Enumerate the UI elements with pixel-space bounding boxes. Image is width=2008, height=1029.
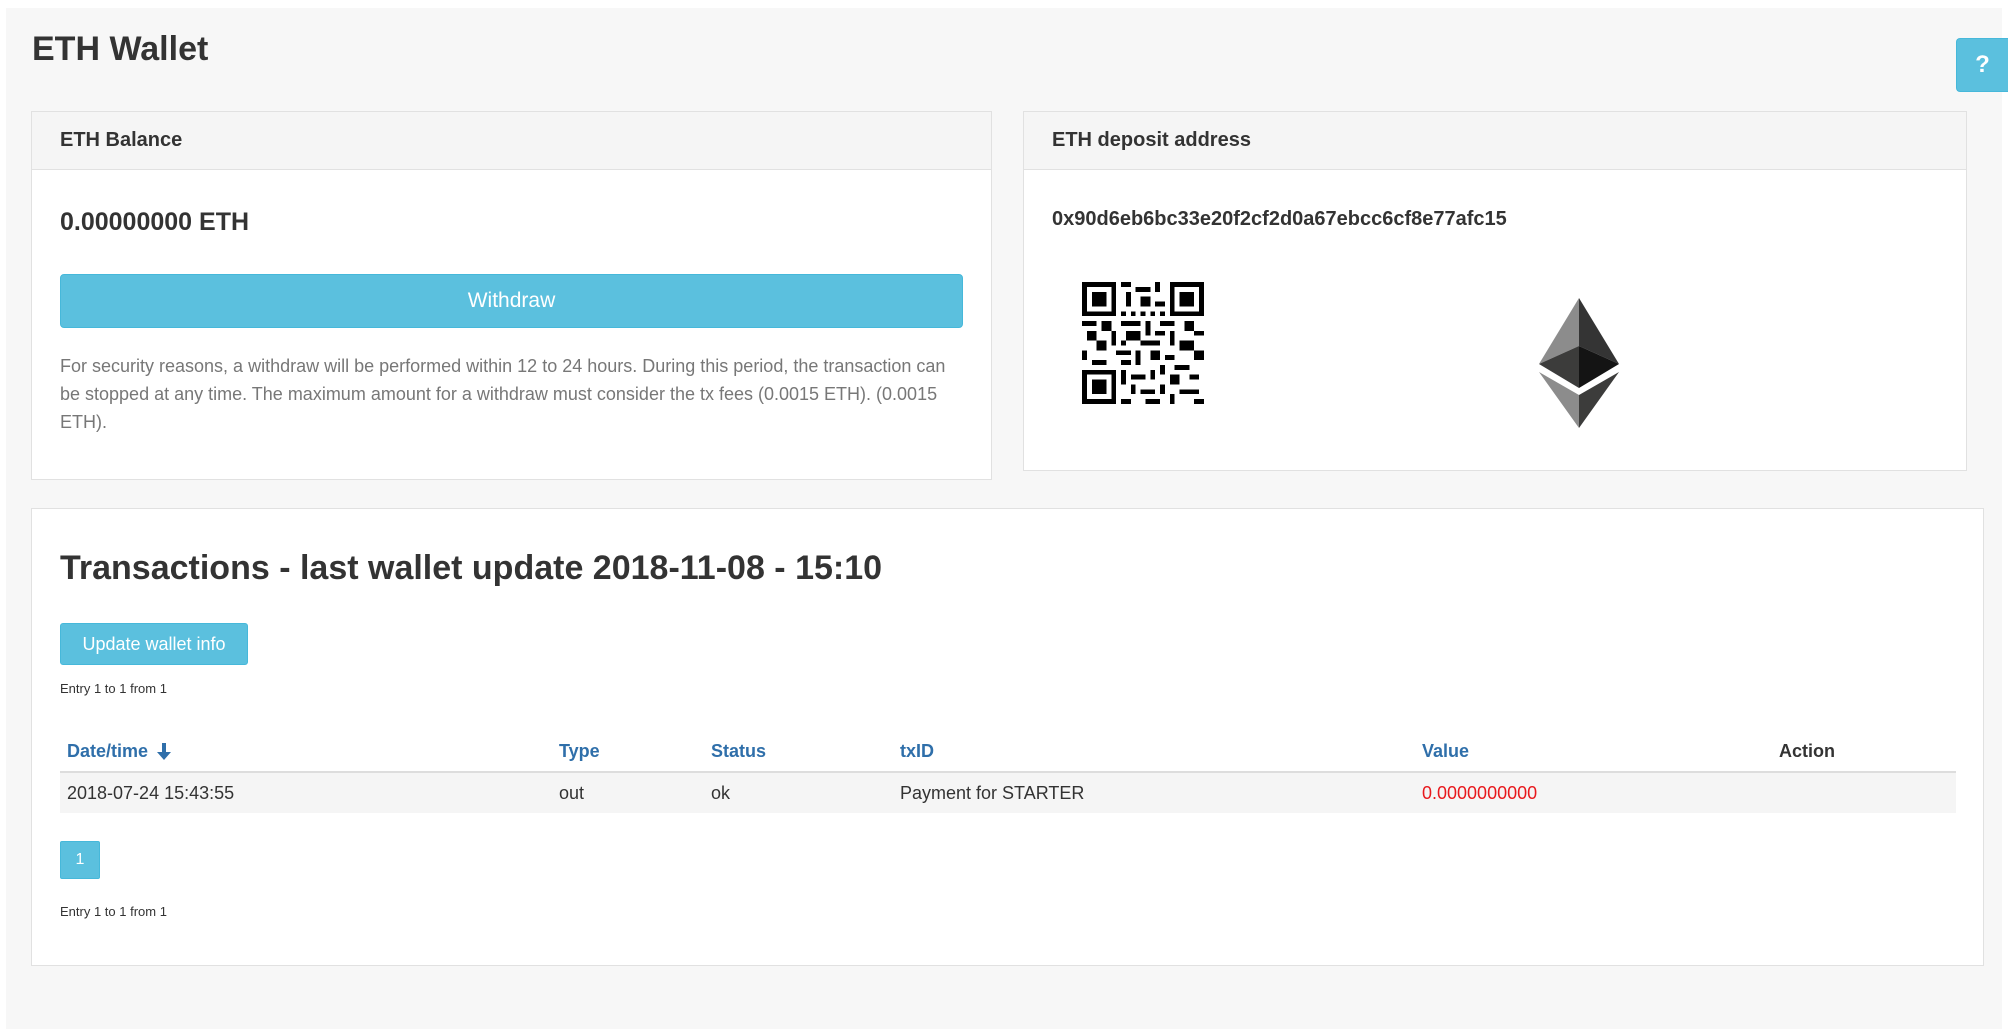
- balance-amount: 0.00000000 ETH: [60, 208, 250, 236]
- cell-action: [1772, 772, 1956, 813]
- cell-datetime: 2018-07-24 15:43:55: [60, 772, 552, 813]
- cell-value: 0.0000000000: [1415, 772, 1772, 813]
- qr-code-icon: [1082, 282, 1204, 404]
- balance-panel: ETH Balance 0.00000000 ETH Withdraw For …: [31, 111, 992, 480]
- arrow-down-icon: [157, 742, 172, 760]
- entry-info-top: Entry 1 to 1 from 1: [60, 681, 167, 696]
- transactions-table: Date/time Type Status txID Value Action …: [60, 731, 1956, 813]
- column-action: Action: [1772, 731, 1956, 773]
- column-datetime[interactable]: Date/time: [60, 731, 552, 773]
- ethereum-logo-icon: [1539, 298, 1619, 428]
- deposit-panel-heading: ETH deposit address: [1024, 112, 1966, 170]
- column-datetime-label: Date/time: [67, 740, 149, 761]
- cell-type: out: [552, 772, 704, 813]
- table-row: 2018-07-24 15:43:55 out ok Payment for S…: [60, 772, 1956, 813]
- balance-panel-heading: ETH Balance: [32, 112, 991, 170]
- withdraw-button[interactable]: Withdraw: [60, 274, 963, 328]
- deposit-panel: ETH deposit address 0x90d6eb6bc33e20f2cf…: [1023, 111, 1967, 471]
- pagination-page-1[interactable]: 1: [60, 841, 100, 879]
- column-txid[interactable]: txID: [893, 731, 1415, 773]
- table-header-row: Date/time Type Status txID Value Action: [60, 731, 1956, 773]
- deposit-address: 0x90d6eb6bc33e20f2cf2d0a67ebcc6cf8e77afc…: [1052, 208, 1507, 230]
- help-button[interactable]: ?: [1956, 38, 2008, 92]
- column-type[interactable]: Type: [552, 731, 704, 773]
- entry-info-bottom: Entry 1 to 1 from 1: [60, 904, 167, 919]
- page-title: ETH Wallet: [32, 30, 209, 68]
- column-value[interactable]: Value: [1415, 731, 1772, 773]
- column-status[interactable]: Status: [704, 731, 893, 773]
- update-wallet-button[interactable]: Update wallet info: [60, 623, 248, 665]
- security-note: For security reasons, a withdraw will be…: [60, 356, 946, 432]
- cell-txid: Payment for STARTER: [893, 772, 1415, 813]
- transactions-panel: Transactions - last wallet update 2018-1…: [31, 508, 1984, 966]
- transactions-title: Transactions - last wallet update 2018-1…: [60, 549, 883, 587]
- page: ETH Wallet ? ETH Balance 0.00000000 ETH …: [6, 8, 2008, 1029]
- cell-status: ok: [704, 772, 893, 813]
